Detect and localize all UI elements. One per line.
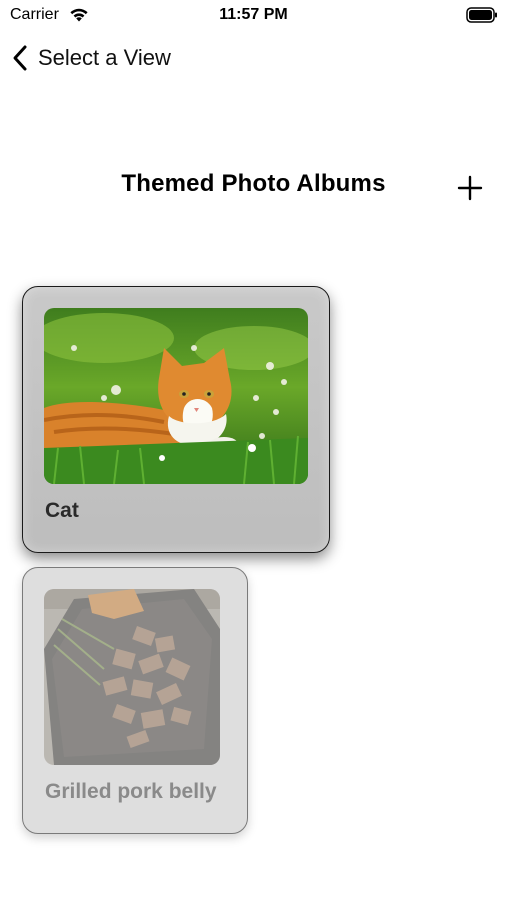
- status-time: 11:57 PM: [219, 6, 288, 23]
- album-card-cat[interactable]: Cat: [22, 286, 330, 553]
- back-label: Select a View: [38, 45, 171, 70]
- status-bar: Carrier 11:57 PM: [0, 0, 507, 32]
- page-title: Themed Photo Albums: [121, 170, 386, 197]
- plus-icon: [457, 175, 483, 201]
- album-thumbnail-grilled-pork-belly: [44, 589, 220, 765]
- album-label: Grilled pork belly: [45, 780, 217, 803]
- chevron-left-icon: [13, 45, 27, 71]
- back-button[interactable]: Select a View: [10, 42, 171, 74]
- cat-photo: [44, 308, 308, 484]
- album-thumbnail-cat: [44, 308, 308, 484]
- album-label: Cat: [45, 499, 79, 522]
- battery-icon: [466, 7, 497, 23]
- add-album-button[interactable]: [454, 172, 486, 204]
- grilled-pork-photo: [44, 589, 220, 765]
- album-card-grilled-pork-belly[interactable]: Grilled pork belly: [22, 567, 248, 834]
